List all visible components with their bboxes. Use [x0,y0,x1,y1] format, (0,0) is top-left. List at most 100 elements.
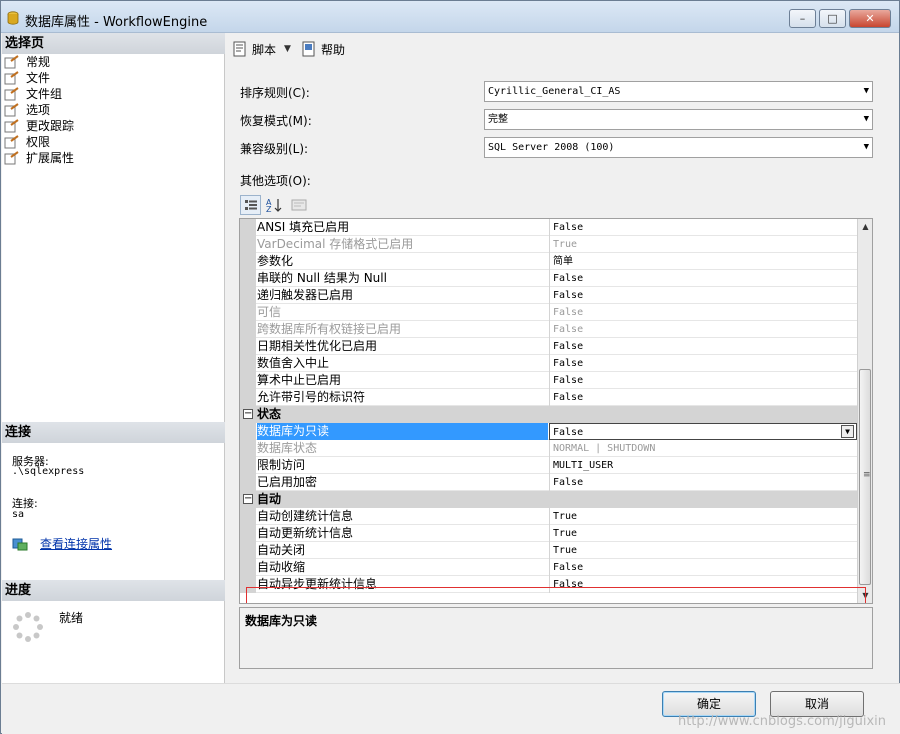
property-row[interactable]: 串联的 Null 结果为 Null False [240,270,857,287]
page-item-filegroups[interactable]: 文件组 [4,86,74,102]
property-value-text: False [553,324,584,335]
property-row[interactable]: VarDecimal 存储格式已启用 True [240,236,857,253]
property-row[interactable]: ANSI 填充已启用 False [240,219,857,236]
property-value[interactable]: False [549,321,857,338]
property-value[interactable]: False [549,338,857,355]
description-panel: 数据库为只读 [239,607,873,669]
page-item-change-tracking[interactable]: 更改跟踪 [4,118,74,134]
property-value[interactable]: True [549,542,857,559]
scrollbar-thumb[interactable]: ≡ [859,369,871,585]
property-name: 跨数据库所有权链接已启用 [257,322,402,336]
help-label: 帮助 [320,42,345,57]
property-row[interactable]: 允许带引号的标识符 False [240,389,857,406]
page-item-permissions[interactable]: 权限 [4,134,74,150]
property-row[interactable]: 递归触发器已启用 False [240,287,857,304]
property-name: 串联的 Null 结果为 Null [257,271,387,285]
script-dropdown-icon[interactable]: ▼ [284,44,291,54]
row-gutter [240,270,256,287]
property-value[interactable]: False [549,287,857,304]
property-row[interactable]: 已启用加密 False [240,474,857,491]
property-row[interactable]: 参数化 简单 [240,253,857,270]
property-row[interactable]: 自动更新统计信息 True [240,525,857,542]
property-value-text: False [553,307,584,318]
property-row[interactable]: 自动关闭 True [240,542,857,559]
property-value[interactable]: False [549,270,857,287]
connection-value: sa [12,509,25,520]
close-button[interactable]: ✕ [849,9,891,28]
property-value[interactable]: False [549,559,857,576]
property-row[interactable]: 跨数据库所有权链接已启用 False [240,321,857,338]
property-value-text: False [553,273,584,284]
row-gutter [240,355,256,372]
property-value[interactable]: NORMAL | SHUTDOWN [549,440,857,457]
property-row[interactable]: 限制访问 MULTI_USER [240,457,857,474]
property-value[interactable]: False ▼ [549,423,857,440]
collapse-icon[interactable]: − [243,494,253,504]
recovery-model-select[interactable]: 完整 ▼ [484,109,873,130]
property-name: 数据库为只读 [257,423,548,440]
property-value[interactable]: 简单 [549,253,857,270]
page-icon [4,119,20,133]
property-value[interactable]: False [549,372,857,389]
collapse-icon[interactable]: − [243,409,253,419]
page-item-options[interactable]: 选项 [4,102,74,118]
property-row[interactable]: 可信 False [240,304,857,321]
property-value[interactable]: MULTI_USER [549,457,857,474]
category-row[interactable]: − 自动 [240,491,857,508]
scroll-down-icon[interactable]: ▼ [858,588,872,603]
compatibility-level-select[interactable]: SQL Server 2008 (100) ▼ [484,137,873,158]
property-row[interactable]: 数据库状态 NORMAL | SHUTDOWN [240,440,857,457]
script-label: 脚本 [252,42,277,57]
property-row[interactable]: 自动收缩 False [240,559,857,576]
property-value[interactable]: False [549,219,857,236]
property-value-text: False [553,375,584,386]
page-item-label: 选项 [26,103,51,117]
alphabetical-view-button[interactable]: A Z [264,195,285,215]
property-row[interactable]: 自动异步更新统计信息 False [240,576,857,593]
row-gutter [240,304,256,321]
scroll-up-icon[interactable]: ▲ [858,219,872,234]
page-item-label: 文件 [26,71,51,85]
property-value[interactable]: False [549,355,857,372]
property-name: 限制访问 [257,458,306,472]
page-item-files[interactable]: 文件 [4,70,74,86]
selected-property-row[interactable]: 数据库为只读 False ▼ [240,423,857,440]
property-value-text: True [553,528,578,539]
view-connection-properties-link[interactable]: 查看连接属性 [12,535,112,552]
property-value[interactable]: False [549,389,857,406]
page-item-extended-properties[interactable]: 扩展属性 [4,150,74,166]
categorized-view-button[interactable] [240,195,261,215]
property-value[interactable]: False [549,304,857,321]
description-title: 数据库为只读 [245,614,318,628]
collation-select[interactable]: Cyrillic_General_CI_AS ▼ [484,81,873,102]
other-options-label: 其他选项(O): [240,173,311,188]
minimize-button[interactable]: – [789,9,816,28]
property-value[interactable]: True [549,508,857,525]
script-button[interactable]: 脚本 [232,41,276,58]
property-row[interactable]: 数值舍入中止 False [240,355,857,372]
grip-icon: ≡ [863,470,871,480]
property-pages-button[interactable] [288,195,309,215]
property-value[interactable]: False [549,576,857,593]
server-value: .\sqlexpress [12,466,85,477]
property-value[interactable]: True [549,525,857,542]
row-gutter [240,253,256,270]
property-name: 可信 [257,305,282,319]
row-gutter [240,474,256,491]
category-row[interactable]: − 状态 [240,406,857,423]
value-dropdown-icon[interactable]: ▼ [841,425,854,438]
title-bar: 数据库属性 - WorkflowEngine – □ ✕ [1,1,899,33]
property-value[interactable]: True [549,236,857,253]
page-item-label: 扩展属性 [26,151,75,165]
page-item-general[interactable]: 常规 [4,54,74,70]
left-pane: 选择页 常规 文件 文件组 选项 更改跟踪 权限 扩展属性 连接 服务器: .\… [2,33,225,683]
maximize-button[interactable]: □ [819,9,846,28]
property-row[interactable]: 自动创建统计信息 True [240,508,857,525]
vertical-scrollbar[interactable]: ▲ ≡ ▼ [857,219,872,603]
property-row[interactable]: 算术中止已启用 False [240,372,857,389]
help-button[interactable]: 帮助 [301,41,345,58]
property-value[interactable]: False [549,474,857,491]
property-value-text: False [553,477,584,488]
property-row[interactable]: 日期相关性优化已启用 False [240,338,857,355]
grid-toolbar: A Z [240,195,309,215]
